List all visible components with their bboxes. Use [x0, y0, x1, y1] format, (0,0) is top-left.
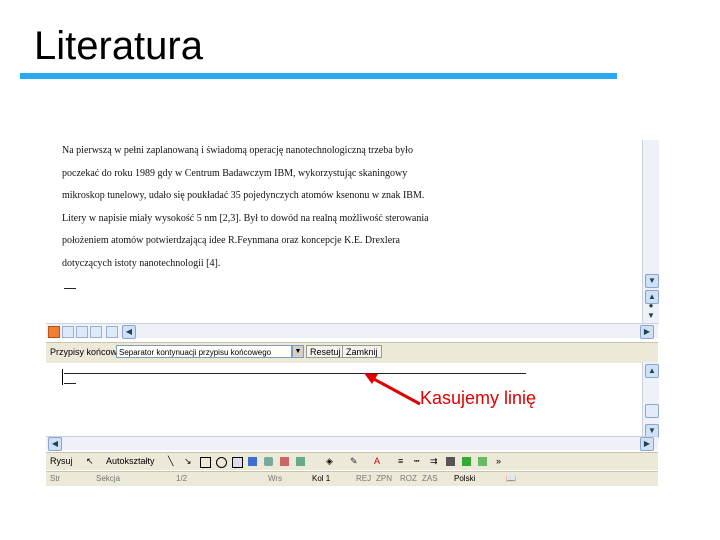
clip-art-icon[interactable]: [280, 457, 289, 466]
status-overtype[interactable]: ZAS: [422, 474, 438, 483]
diagram-icon[interactable]: [264, 457, 273, 466]
status-bar: Str Sekcja 1/2 Wrs Kol 1 REJ ZPN ROZ ZAS…: [46, 471, 658, 486]
draw-menu-button[interactable]: Rysuj: [50, 456, 73, 466]
status-position: 1/2: [176, 474, 188, 483]
text-cursor: [62, 369, 63, 385]
status-language[interactable]: Polski: [454, 474, 475, 483]
title-underline: [20, 73, 617, 79]
drawing-toolbar: Rysuj ↖ Autokształty ╲ ↘ ◈ ✎ A ≡ ┅ ⇉ »: [46, 452, 658, 470]
document-line: dotyczących istoty nanotechnologii [4].: [62, 257, 221, 269]
oval-icon[interactable]: [216, 457, 227, 468]
line-style-icon[interactable]: ≡: [398, 456, 403, 466]
status-extend[interactable]: ROZ: [400, 474, 417, 483]
scroll-down-icon[interactable]: ▼: [645, 274, 659, 288]
endnote-separator-preview: [64, 288, 76, 289]
next-page-icon[interactable]: ▼: [645, 310, 657, 322]
horizontal-scrollbar[interactable]: ◀ ▶: [46, 323, 658, 339]
reading-view-icon[interactable]: [106, 326, 118, 338]
status-track-changes[interactable]: ZPN: [376, 474, 392, 483]
annotation-arrow: [364, 373, 421, 406]
outline-view-icon[interactable]: [90, 326, 102, 338]
scroll-left-icon[interactable]: ◀: [48, 437, 62, 451]
dash-style-icon[interactable]: ┅: [414, 456, 419, 467]
scroll-right-icon[interactable]: ▶: [640, 325, 654, 339]
scroll-up-icon[interactable]: ▲: [645, 364, 659, 378]
separator-line[interactable]: [64, 373, 526, 374]
wordart-icon[interactable]: [248, 457, 257, 466]
status-rec[interactable]: REJ: [356, 474, 371, 483]
status-column: Kol 1: [312, 474, 331, 483]
reset-button[interactable]: Resetuj: [306, 345, 345, 358]
toolbar-options-icon[interactable]: »: [496, 456, 501, 466]
status-line: Wrs: [268, 474, 283, 483]
document-line: poczekać do roku 1989 gdy w Centrum Bada…: [62, 167, 408, 179]
word-window: Na pierwszą w pełni zaplanowaną i świado…: [38, 140, 663, 486]
document-body[interactable]: Na pierwszą w pełni zaplanowaną i świado…: [62, 140, 522, 275]
document-line: Na pierwszą w pełni zaplanowaną i świado…: [62, 145, 413, 156]
picture-icon[interactable]: [296, 457, 305, 466]
close-button[interactable]: Zamknij: [342, 345, 382, 358]
footnote-pane[interactable]: [46, 363, 658, 441]
shadow-icon[interactable]: [446, 457, 455, 466]
footnote-separator-select[interactable]: Separator kontynuacji przypisu końcowego: [116, 345, 292, 358]
document-line: mikroskop tunelowy, udało się poukładać …: [62, 190, 425, 201]
document-line: Litery w napisie miały wysokość 5 nm [2,…: [62, 212, 429, 224]
3d-settings-icon[interactable]: [478, 457, 487, 466]
annotation-label: Kasujemy linię: [420, 388, 537, 408]
spelling-status-icon[interactable]: 📖: [506, 474, 516, 483]
footnote-type-label: Przypisy końcowe: [50, 347, 123, 357]
font-color-icon[interactable]: A: [374, 456, 380, 466]
normal-view-icon[interactable]: [48, 326, 60, 338]
print-layout-view-icon[interactable]: [76, 326, 88, 338]
rectangle-icon[interactable]: [200, 457, 211, 468]
document-line: położeniem atomów potwierdzającą idee R.…: [62, 235, 400, 246]
text-box-icon[interactable]: [232, 457, 243, 468]
scroll-left-icon[interactable]: ◀: [122, 325, 136, 339]
line-color-icon[interactable]: ✎: [350, 456, 358, 467]
footnote-horizontal-scrollbar[interactable]: ◀ ▶: [46, 436, 658, 451]
status-section: Sekcja: [96, 474, 121, 483]
separator-line-short: [64, 383, 76, 384]
vertical-scrollbar[interactable]: ▼ ▲ ● ▼: [642, 140, 659, 325]
footnote-pane-toolbar: Przypisy końcowe Separator kontynuacji p…: [46, 342, 658, 364]
fill-color-icon[interactable]: ◈: [326, 456, 333, 467]
slide-title: Literatura: [34, 24, 203, 68]
scroll-thumb[interactable]: [645, 404, 659, 418]
scroll-right-icon[interactable]: ▶: [640, 437, 654, 451]
3d-style-icon[interactable]: [462, 457, 471, 466]
line-icon[interactable]: ╲: [168, 456, 173, 467]
arrow-icon[interactable]: ↘: [184, 456, 192, 467]
footnote-vertical-scrollbar[interactable]: ▲ ▼: [642, 362, 659, 442]
select-objects-icon[interactable]: ↖: [86, 456, 94, 467]
chevron-down-icon[interactable]: ▼: [292, 345, 304, 358]
autoshapes-menu-button[interactable]: Autokształty: [106, 456, 155, 466]
arrow-style-icon[interactable]: ⇉: [430, 456, 438, 467]
web-layout-view-icon[interactable]: [62, 326, 74, 338]
status-page: Str: [50, 474, 61, 483]
